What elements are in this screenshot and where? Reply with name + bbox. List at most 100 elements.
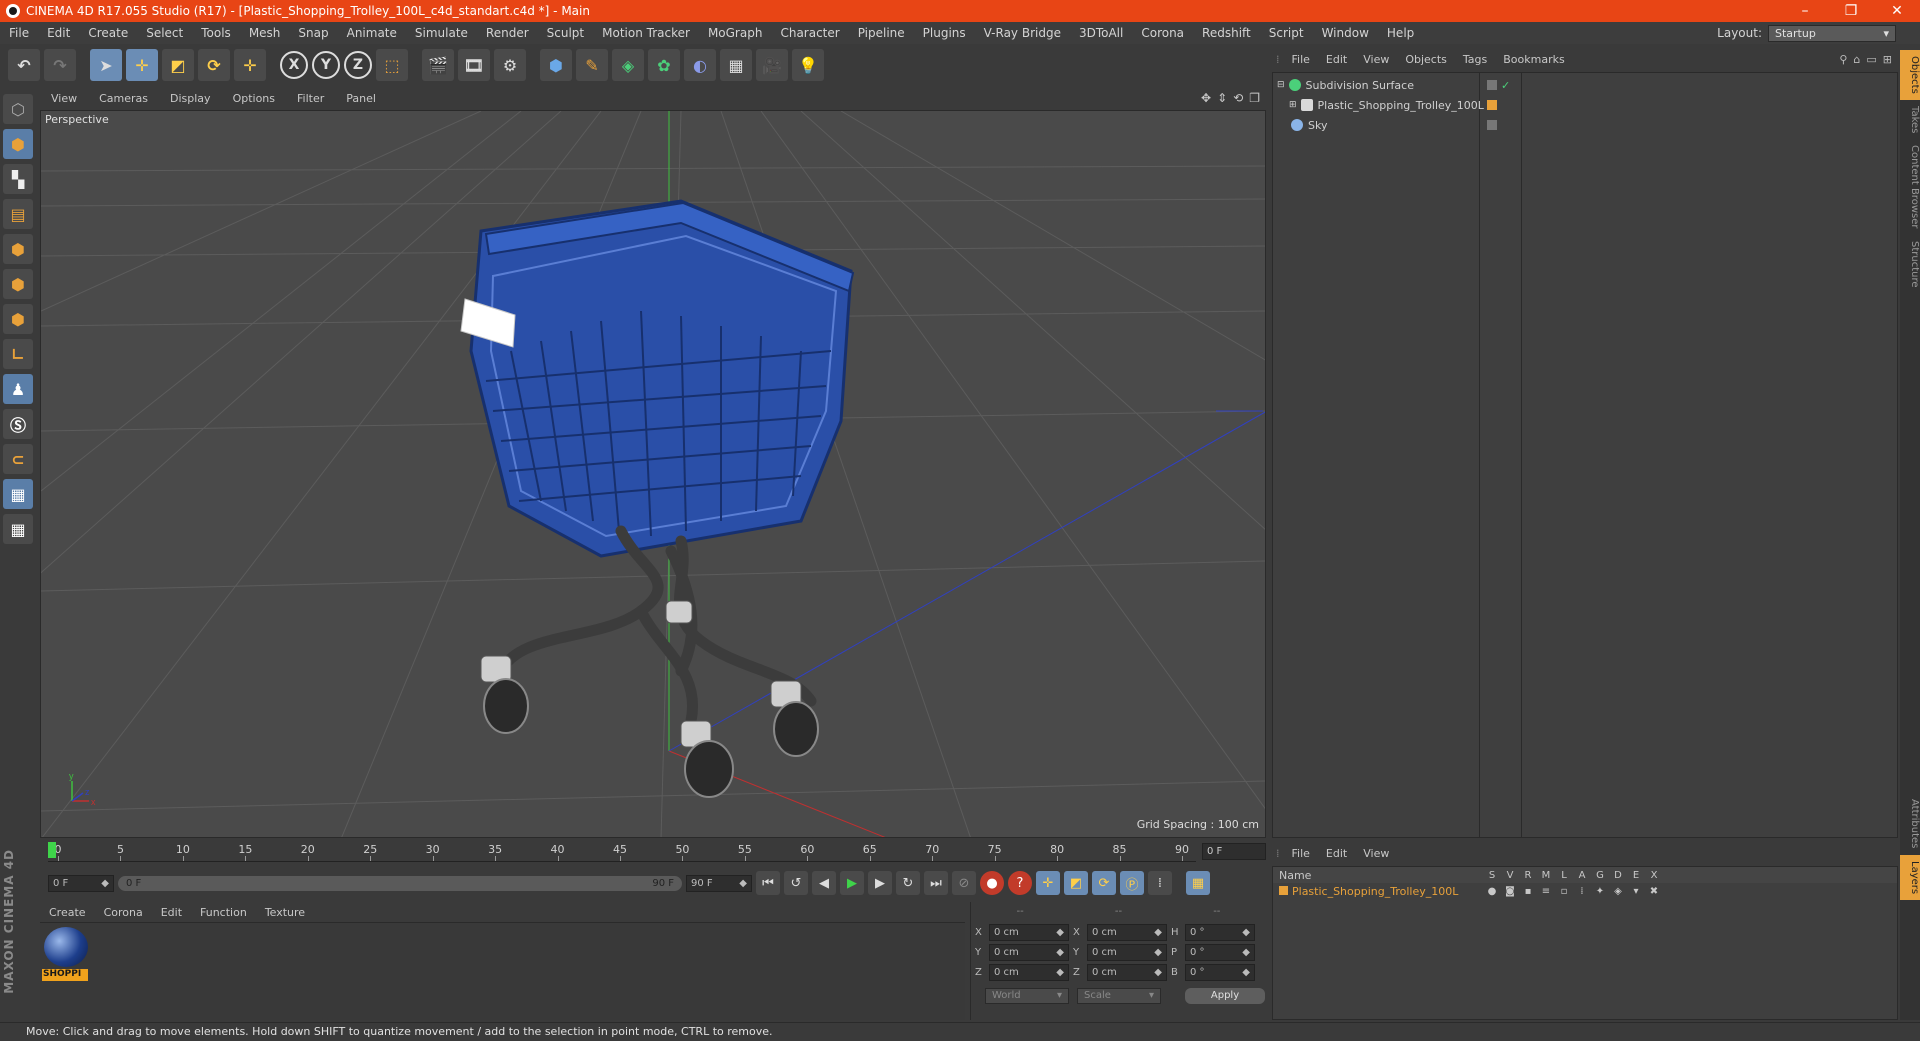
record-point-level-icon[interactable]: ⁞ bbox=[1148, 871, 1172, 895]
maximize-view-icon[interactable]: ❐ bbox=[1249, 91, 1260, 105]
record-active-objects-icon[interactable]: ⊘ bbox=[952, 871, 976, 895]
objects-menu-objects[interactable]: Objects bbox=[1397, 53, 1455, 66]
subdivision-surface-icon[interactable]: ◈ bbox=[612, 49, 644, 81]
objects-menu-bookmarks[interactable]: Bookmarks bbox=[1495, 53, 1572, 66]
move-icon[interactable]: ✛ bbox=[126, 49, 158, 81]
y-axis-lock-icon[interactable]: Y bbox=[312, 51, 340, 79]
maximize-panel-icon[interactable]: ⊞ bbox=[1883, 53, 1892, 66]
tab-layers[interactable]: Layers bbox=[1900, 854, 1920, 900]
menu-vray-bridge[interactable]: V-Ray Bridge bbox=[975, 26, 1070, 40]
go-to-end-icon[interactable]: ⏭ bbox=[924, 871, 948, 895]
play-icon[interactable]: ▶ bbox=[840, 871, 864, 895]
solo-mode-icon[interactable]: Ⓢ bbox=[3, 409, 33, 439]
material-menu-texture[interactable]: Texture bbox=[256, 906, 314, 919]
record-position-icon[interactable]: ✛ bbox=[1036, 871, 1060, 895]
previous-frame-icon[interactable]: ◀ bbox=[812, 871, 836, 895]
layer-color-icon[interactable] bbox=[1487, 100, 1497, 110]
record-scale-icon[interactable]: ◩ bbox=[1064, 871, 1088, 895]
layout-dropdown[interactable]: Startup ▾ bbox=[1768, 24, 1896, 42]
menu-create[interactable]: Create bbox=[79, 26, 137, 40]
size-z-field[interactable]: 0 cm ◆ bbox=[1087, 963, 1167, 981]
size-y-field[interactable]: 0 cm ◆ bbox=[1087, 943, 1167, 961]
redo-icon[interactable]: ↷ bbox=[44, 49, 76, 81]
layers-menu-file[interactable]: File bbox=[1284, 847, 1318, 860]
position-z-field[interactable]: 0 cm ◆ bbox=[989, 963, 1069, 981]
material-menu-function[interactable]: Function bbox=[191, 906, 256, 919]
size-mode-dropdown[interactable]: Scale ▾ bbox=[1077, 988, 1161, 1004]
mograph-cloner-icon[interactable]: ✿ bbox=[648, 49, 680, 81]
workplane-mode-icon[interactable]: ▤ bbox=[3, 199, 33, 229]
rotation-b-field[interactable]: 0 ° ◆ bbox=[1185, 963, 1255, 981]
size-x-field[interactable]: 0 cm ◆ bbox=[1087, 923, 1167, 941]
expand-toggle-icon[interactable]: ⊞ bbox=[1289, 100, 1297, 110]
x-axis-lock-icon[interactable]: X bbox=[280, 51, 308, 79]
objects-menu-tags[interactable]: Tags bbox=[1455, 53, 1495, 66]
record-rotation-icon[interactable]: ⟳ bbox=[1092, 871, 1116, 895]
menu-window[interactable]: Window bbox=[1313, 26, 1378, 40]
menu-redshift[interactable]: Redshift bbox=[1193, 26, 1260, 40]
restore-button[interactable]: ❐ bbox=[1828, 3, 1874, 19]
viewport-menu-view[interactable]: View bbox=[40, 92, 88, 105]
material-menu-corona[interactable]: Corona bbox=[95, 906, 152, 919]
camera-icon[interactable]: 🎥 bbox=[756, 49, 788, 81]
tweak-mode-icon[interactable]: ♟ bbox=[3, 374, 33, 404]
undo-icon[interactable]: ↶ bbox=[8, 49, 40, 81]
viewport-menu-cameras[interactable]: Cameras bbox=[88, 92, 159, 105]
tab-structure[interactable]: Structure bbox=[1900, 235, 1920, 294]
edges-mode-icon[interactable]: ⬢ bbox=[3, 269, 33, 299]
menu-corona[interactable]: Corona bbox=[1132, 26, 1193, 40]
viewport-menu-filter[interactable]: Filter bbox=[286, 92, 335, 105]
object-row-trolley[interactable]: ⊞ Plastic_Shopping_Trolley_100L bbox=[1273, 95, 1897, 115]
rotation-h-field[interactable]: 0 ° ◆ bbox=[1185, 923, 1255, 941]
layers-menu-view[interactable]: View bbox=[1355, 847, 1397, 860]
floor-scene-icon[interactable]: ▦ bbox=[720, 49, 752, 81]
autokey-icon[interactable]: ● bbox=[980, 871, 1004, 895]
deformers-toggle-icon[interactable]: ◈ bbox=[1609, 886, 1627, 897]
menu-sculpt[interactable]: Sculpt bbox=[538, 26, 593, 40]
animation-toggle-icon[interactable]: ⁞ bbox=[1573, 886, 1591, 897]
workplane-lock-icon[interactable]: ▦ bbox=[3, 479, 33, 509]
next-frame-icon[interactable]: ▶ bbox=[868, 871, 892, 895]
object-row-sky[interactable]: Sky bbox=[1273, 115, 1897, 135]
menu-snap[interactable]: Snap bbox=[289, 26, 337, 40]
minimize-button[interactable]: – bbox=[1782, 3, 1828, 19]
timeline-ruler[interactable]: 0 5 10 15 20 25 30 35 40 45 50 55 60 65 70 75 80 85 90 0 F bbox=[40, 840, 1266, 864]
scale-icon[interactable]: ◩ bbox=[162, 49, 194, 81]
timeline-window-icon[interactable]: ▦ bbox=[1186, 871, 1210, 895]
deformer-icon[interactable]: ◐ bbox=[684, 49, 716, 81]
view-toggle-icon[interactable]: ◙ bbox=[1501, 886, 1519, 897]
new-view-icon[interactable]: ▭ bbox=[1866, 53, 1876, 66]
make-editable-icon[interactable]: ⬡ bbox=[3, 94, 33, 124]
layer-row[interactable]: Plastic_Shopping_Trolley_100L ● ◙ ▪ ≡ ▫ … bbox=[1273, 883, 1897, 899]
go-to-start-icon[interactable]: ⏮ bbox=[756, 871, 780, 895]
perspective-viewport[interactable]: y z x Perspective Grid Spacing : 100 cm bbox=[40, 110, 1266, 838]
lock-toggle-icon[interactable]: ▫ bbox=[1555, 886, 1573, 897]
menu-script[interactable]: Script bbox=[1260, 26, 1313, 40]
material-swatch[interactable]: SHOPPI bbox=[42, 927, 88, 981]
menu-edit[interactable]: Edit bbox=[38, 26, 79, 40]
menu-pipeline[interactable]: Pipeline bbox=[849, 26, 914, 40]
generators-toggle-icon[interactable]: ✦ bbox=[1591, 886, 1609, 897]
viewport-menu-display[interactable]: Display bbox=[159, 92, 222, 105]
render-toggle-icon[interactable]: ▪ bbox=[1519, 886, 1537, 897]
orbit-icon[interactable]: ⟲ bbox=[1233, 91, 1243, 105]
menu-select[interactable]: Select bbox=[137, 26, 192, 40]
expressions-toggle-icon[interactable]: ▾ bbox=[1627, 886, 1645, 897]
home-icon[interactable]: ⌂ bbox=[1853, 53, 1860, 66]
rotation-p-field[interactable]: 0 ° ◆ bbox=[1185, 943, 1255, 961]
playhead-marker[interactable] bbox=[48, 842, 56, 858]
render-picture-viewer-icon[interactable]: 🎞 bbox=[458, 49, 490, 81]
position-y-field[interactable]: 0 cm ◆ bbox=[989, 943, 1069, 961]
layer-color-swatch[interactable] bbox=[1279, 885, 1288, 895]
preview-range-slider[interactable]: 0 F 90 F bbox=[118, 875, 682, 891]
objects-menu-file[interactable]: File bbox=[1284, 53, 1318, 66]
light-icon[interactable]: 💡 bbox=[792, 49, 824, 81]
layer-tag-icon[interactable] bbox=[1487, 80, 1497, 90]
menu-mesh[interactable]: Mesh bbox=[240, 26, 290, 40]
menu-animate[interactable]: Animate bbox=[338, 26, 406, 40]
layer-tag-icon[interactable] bbox=[1487, 120, 1497, 130]
z-axis-lock-icon[interactable]: Z bbox=[344, 51, 372, 79]
axis-mode-icon[interactable]: ∟ bbox=[3, 339, 33, 369]
cube-primitive-icon[interactable]: ⬢ bbox=[540, 49, 572, 81]
viewport-menu-panel[interactable]: Panel bbox=[335, 92, 387, 105]
